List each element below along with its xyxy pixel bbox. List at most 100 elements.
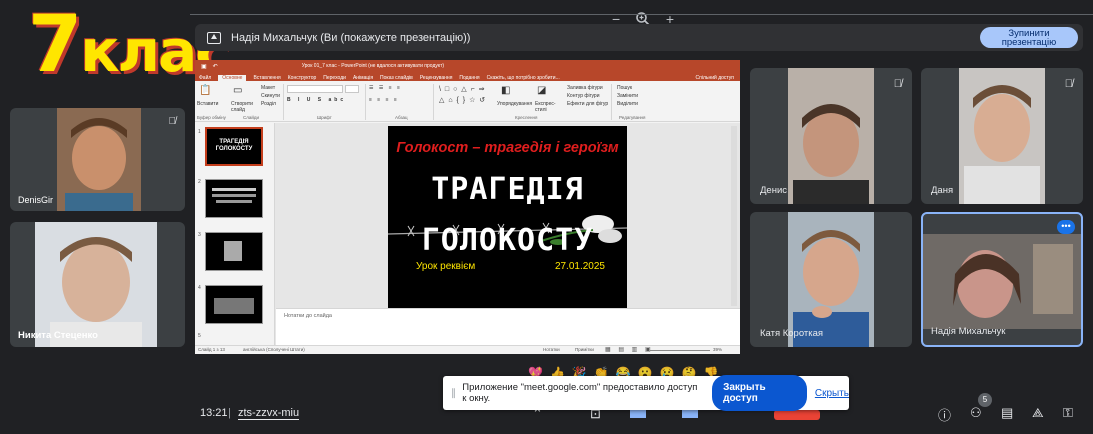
people-count-badge: 5 — [978, 393, 992, 407]
thumb-number: 4 — [198, 285, 201, 291]
group-paragraph: Абзац — [395, 115, 408, 120]
meeting-code: zts-zzvx-miu — [238, 407, 300, 420]
ribbon-separator — [433, 84, 434, 120]
paste-button[interactable]: Вставити — [197, 101, 218, 107]
group-slides: Слайди — [243, 115, 260, 120]
font-name-field[interactable] — [287, 85, 343, 93]
participant-tile-katya[interactable]: Катя Короткая — [750, 212, 912, 347]
ppt-ribbon-tabs: Файл Основне Вставлення Конструктор Пере… — [195, 72, 740, 81]
find-button[interactable]: Пошук — [617, 85, 632, 91]
present-icon[interactable] — [630, 410, 646, 418]
participant-name: Катя Короткая — [760, 328, 824, 339]
ppt-window-title: Урок 01_7 клас - PowerPoint (не вдалося … — [301, 63, 445, 69]
hide-link[interactable]: Скрыть — [815, 388, 849, 399]
select-button[interactable]: Виділити — [617, 101, 638, 107]
share-notification-bar: ∥ Приложение "meet.google.com" предостав… — [443, 375, 849, 411]
section-button[interactable]: Розділ — [261, 101, 276, 107]
quick-styles-icon[interactable]: ◪ — [537, 85, 546, 96]
people-icon[interactable]: ⚇ — [970, 405, 982, 421]
new-slide-button[interactable]: Створити слайд — [231, 101, 255, 113]
font-size-field[interactable] — [345, 85, 359, 93]
zoom-level[interactable]: 39% — [713, 347, 722, 352]
participant-video — [788, 68, 874, 204]
participant-video — [57, 108, 141, 211]
participant-name: Никита Стеценко — [18, 330, 98, 341]
group-clipboard: Буфер обміну — [197, 115, 226, 120]
call-controls: ⌃ ⊡ — [500, 406, 820, 424]
shape-outline-button[interactable]: Контур фігури — [567, 93, 599, 99]
layout-button[interactable]: Макет — [261, 85, 275, 91]
thumb-number: 2 — [198, 179, 201, 185]
host-controls-icon[interactable]: ⚿ — [1063, 405, 1073, 421]
new-slide-icon[interactable]: ▭ — [233, 85, 242, 96]
view-buttons[interactable]: ▦ ▤ ▥ ▣ — [605, 346, 654, 353]
presenting-banner: Надія Михальчук (Ви (покажуєте презентац… — [195, 24, 1083, 51]
notes-toggle[interactable]: Нотатки — [543, 347, 560, 352]
participant-name: Денис — [760, 185, 788, 196]
ppt-statusbar: Слайд 1 з 13 англійська (Сполучені Штати… — [195, 345, 740, 354]
end-call-button[interactable] — [774, 410, 820, 420]
paragraph-list-icon[interactable]: ☰ ☰ ≡ ≡ — [369, 85, 402, 91]
info-icon[interactable]: ⓘ — [938, 405, 951, 424]
current-slide[interactable]: Голокост – трагедія і героїзм ТРАГЕДІЯ Г… — [388, 126, 627, 308]
time-separator: | — [228, 407, 231, 419]
slide-subtitle-left: Урок реквієм — [416, 261, 476, 272]
participant-tile-denisgir[interactable]: 🎙̸ DenisGir — [10, 108, 185, 211]
mic-off-icon: 🎙̸ — [893, 78, 902, 90]
more-options-icon[interactable]: ••• — [1057, 220, 1075, 234]
participant-tile-nadiia[interactable]: ••• Надія Михальчук — [921, 212, 1083, 347]
group-font: Шрифт — [317, 115, 332, 120]
thumb-number: 1 — [198, 129, 201, 135]
participant-tile-nikita[interactable]: Никита Стеценко — [10, 222, 185, 347]
quick-styles-button[interactable]: Експрес-стилі — [535, 101, 561, 113]
participant-video — [788, 212, 874, 347]
meeting-time: 13:21 — [200, 407, 228, 419]
slide-thumbnail-1[interactable]: ТРАГЕДІЯ ГОЛОКОСТУ — [205, 127, 263, 166]
slide-thumbnail-4[interactable] — [205, 285, 263, 324]
replace-button[interactable]: Замінити — [617, 93, 638, 99]
save-icon: ▣ — [201, 63, 207, 70]
font-format-buttons[interactable]: B I U S abc — [287, 97, 346, 103]
activities-icon[interactable]: ⟁ — [1032, 405, 1044, 421]
chat-icon[interactable]: ▤ — [1001, 405, 1013, 421]
group-editing: Редагування — [619, 115, 646, 120]
paste-icon[interactable]: 📋 — [199, 85, 211, 96]
shapes-gallery-icon-2[interactable]: △ ⌂ { } ☆ ↺ — [439, 96, 486, 104]
ribbon-separator — [611, 84, 612, 120]
comments-toggle[interactable]: Примітки — [575, 347, 594, 352]
mic-off-icon: 🎙̸ — [168, 116, 177, 127]
undo-icon[interactable]: ↶ — [213, 63, 218, 70]
slide-scrollbar[interactable] — [731, 126, 737, 306]
participant-tile-danya[interactable]: 🎙̸ Даня — [921, 68, 1083, 204]
shape-fill-button[interactable]: Заливка фігури — [567, 85, 603, 91]
notes-pane[interactable]: Нотатки до слайда — [276, 308, 740, 345]
reset-button[interactable]: Скинути — [261, 93, 280, 99]
language-indicator[interactable]: англійська (Сполучені Штати) — [243, 347, 305, 352]
shapes-gallery-icon[interactable]: \ □ ○ △ ⌐ ⇒ — [439, 85, 485, 93]
arrange-button[interactable]: Упорядкування — [497, 101, 532, 107]
slide-thumbnails-pane[interactable]: 1 ТРАГЕДІЯ ГОЛОКОСТУ 2 3 4 5 — [195, 123, 275, 345]
participant-name: Даня — [931, 185, 954, 196]
notes-placeholder: Нотатки до слайда — [284, 313, 332, 319]
slide-heading-line-1: ТРАГЕДІЯ — [431, 172, 584, 207]
thumb-number: 3 — [198, 232, 201, 238]
class-number: 7 — [28, 0, 82, 90]
ribbon-separator — [365, 84, 366, 120]
shape-effects-button[interactable]: Ефекти для фігур — [567, 101, 608, 107]
raise-hand-icon[interactable] — [682, 410, 698, 418]
drag-handle-icon[interactable]: ∥ — [451, 388, 458, 399]
participant-name: Надія Михальчук — [931, 326, 1006, 337]
zoom-slider[interactable] — [650, 350, 710, 351]
slide-thumbnail-2[interactable] — [205, 179, 263, 218]
thumb-number: 5 — [198, 333, 201, 339]
powerpoint-window[interactable]: ▣ ↶ Урок 01_7 клас - PowerPoint (не вдал… — [195, 60, 740, 354]
stop-presenting-button[interactable]: Зупинити презентацію — [980, 27, 1078, 48]
slide-thumbnail-3[interactable] — [205, 232, 263, 271]
presenting-text: Надія Михальчук (Ви (покажуєте презентац… — [231, 31, 471, 44]
stop-sharing-button[interactable]: Закрыть доступ — [712, 375, 807, 411]
arrange-icon[interactable]: ◧ — [501, 85, 510, 96]
meet-window: 7клас − + Надія Михальчук (Ви (покажуєте… — [0, 0, 1093, 434]
participant-tile-denys[interactable]: 🎙̸ Денис — [750, 68, 912, 204]
group-drawing: Креслення — [515, 115, 538, 120]
paragraph-align-icon[interactable]: ≡ ≡ ≡ ≡ — [369, 97, 399, 103]
